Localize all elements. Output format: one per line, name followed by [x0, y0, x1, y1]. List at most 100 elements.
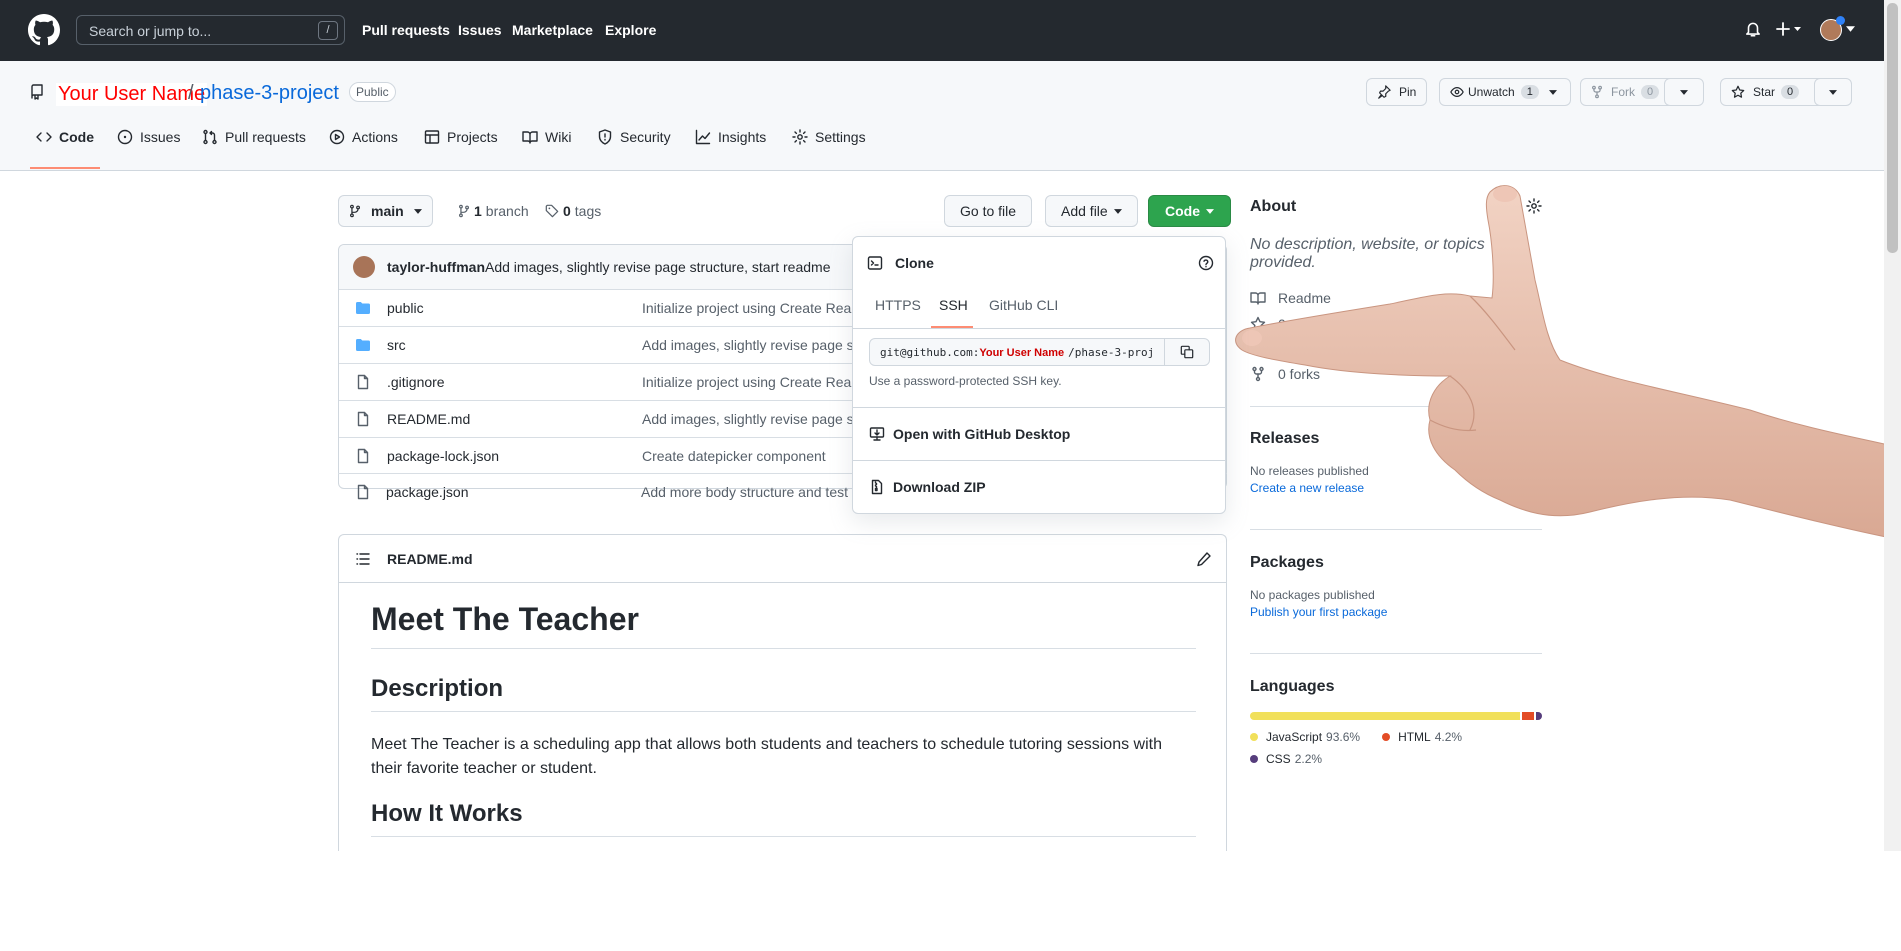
download-zip-button[interactable]: Download ZIP: [853, 461, 1225, 513]
caret-down-icon: [1829, 89, 1837, 95]
nav-issues[interactable]: Issues: [458, 22, 502, 38]
language-bar-css: [1535, 712, 1542, 720]
file-name[interactable]: .gitignore: [387, 374, 445, 390]
plus-icon[interactable]: [1775, 20, 1805, 38]
tags-link[interactable]: 0 tags: [545, 203, 601, 219]
eye-icon: [1450, 87, 1464, 97]
repo-name-link[interactable]: phase-3-project: [200, 82, 339, 105]
packages-section: Packages No packages published Publish y…: [1250, 529, 1542, 619]
packages-none: No packages published: [1250, 588, 1375, 602]
code-button-label: Code: [1165, 203, 1200, 219]
list-icon: [356, 552, 370, 565]
copy-button[interactable]: [1164, 338, 1210, 366]
pull-request-icon: [203, 129, 217, 145]
clone-tab-github-cli[interactable]: GitHub CLI: [989, 297, 1058, 313]
tab-actions[interactable]: Actions: [329, 121, 398, 153]
language-dot-icon: [1250, 733, 1258, 741]
file-name[interactable]: package-lock.json: [387, 448, 499, 464]
publish-package-link[interactable]: Publish your first package: [1250, 605, 1542, 619]
language-css[interactable]: CSS 2.2%: [1250, 752, 1322, 766]
code-button[interactable]: Code: [1148, 195, 1231, 227]
packages-title[interactable]: Packages: [1250, 554, 1542, 572]
tab-wiki[interactable]: Wiki: [522, 121, 571, 153]
clone-url-input[interactable]: git@github.com:Your User Name/phase-3-pr…: [869, 338, 1165, 366]
tab-settings[interactable]: Settings: [792, 121, 866, 153]
star-icon: [1731, 85, 1745, 98]
tab-projects[interactable]: Projects: [424, 121, 498, 153]
slash-shortcut-key: /: [318, 21, 338, 40]
github-logo-icon[interactable]: [28, 14, 60, 46]
active-tab-underline: [30, 167, 100, 169]
file-commit-message[interactable]: Add more body structure and test: [641, 484, 848, 500]
caret-down-icon: [1113, 208, 1122, 214]
readme-filename[interactable]: README.md: [387, 551, 473, 567]
branch-selector[interactable]: main: [338, 195, 433, 227]
tab-insights[interactable]: Insights: [695, 121, 766, 153]
repo-header: Your User Name / phase-3-project Public …: [0, 61, 1884, 171]
scrollbar-thumb[interactable]: [1887, 3, 1898, 253]
go-to-file-button[interactable]: Go to file: [944, 195, 1033, 227]
language-html[interactable]: HTML 4.2%: [1382, 730, 1462, 744]
table-icon: [424, 130, 440, 144]
tab-security[interactable]: Security: [597, 121, 671, 153]
download-zip-label: Download ZIP: [893, 479, 986, 495]
open-desktop-label: Open with GitHub Desktop: [893, 426, 1071, 442]
clone-tab-https[interactable]: HTTPS: [875, 297, 921, 313]
readme-paragraph: Meet The Teacher is a scheduling app tha…: [371, 736, 1162, 777]
file-name[interactable]: README.md: [387, 411, 470, 427]
copy-icon: [1180, 345, 1194, 359]
nav-pull-requests[interactable]: Pull requests: [362, 22, 450, 38]
readme-h2-how: How It Works: [371, 800, 1196, 837]
language-bar-javascript: [1250, 712, 1520, 720]
repo-path-separator: /: [188, 82, 194, 104]
search-input[interactable]: Search or jump to... /: [76, 15, 345, 45]
file-commit-message[interactable]: Add images, slightly revise page st: [642, 411, 858, 427]
tab-pull-requests[interactable]: Pull requests: [202, 121, 306, 153]
book-icon: [522, 131, 538, 144]
tab-insights-label: Insights: [718, 129, 767, 145]
file-name[interactable]: public: [387, 300, 424, 316]
add-file-button[interactable]: Add file: [1045, 195, 1138, 227]
unwatch-count: 1: [1520, 85, 1539, 99]
nav-marketplace[interactable]: Marketplace: [512, 22, 593, 38]
pin-button[interactable]: Pin: [1366, 78, 1428, 106]
branches-link[interactable]: 1 branch: [458, 203, 529, 219]
clone-tabs-divider: [853, 328, 1225, 329]
file-name[interactable]: package.json: [386, 484, 469, 500]
fork-dropdown-button[interactable]: [1664, 78, 1704, 106]
tab-issues-label: Issues: [140, 129, 181, 145]
clone-tab-ssh[interactable]: SSH: [939, 297, 968, 313]
readme-header: README.md: [339, 535, 1226, 583]
caret-down-icon: [1680, 89, 1688, 95]
file-commit-message[interactable]: Create datepicker component: [642, 448, 826, 464]
file-commit-message[interactable]: Add images, slightly revise page st: [642, 337, 858, 353]
nav-explore[interactable]: Explore: [605, 22, 656, 38]
commit-author[interactable]: taylor-huffman: [387, 259, 485, 275]
bell-icon[interactable]: [1744, 20, 1762, 38]
file-commit-message[interactable]: Initialize project using Create Reac: [642, 374, 858, 390]
file-name[interactable]: src: [387, 337, 406, 353]
tab-code-label: Code: [59, 129, 94, 145]
unwatch-button[interactable]: Unwatch 1: [1439, 78, 1571, 106]
repo-owner-link[interactable]: Your User Name: [56, 83, 208, 106]
file-commit-message[interactable]: Initialize project using Create Reac: [642, 300, 858, 316]
file-icon: [357, 411, 369, 427]
play-circle-icon: [329, 129, 345, 145]
tab-security-label: Security: [620, 129, 671, 145]
open-desktop-button[interactable]: Open with GitHub Desktop: [853, 408, 1225, 460]
question-icon[interactable]: [1198, 255, 1214, 271]
desktop-download-icon: [869, 427, 885, 441]
pencil-icon[interactable]: [1196, 551, 1212, 567]
tab-issues[interactable]: Issues: [117, 121, 180, 153]
fork-icon: [1592, 85, 1602, 99]
author-avatar: [353, 256, 375, 278]
language-javascript[interactable]: JavaScript 93.6%: [1250, 730, 1360, 744]
file-icon: [357, 448, 369, 464]
tab-code[interactable]: Code: [36, 121, 94, 153]
star-dropdown-button[interactable]: [1814, 78, 1852, 106]
languages-section: Languages JavaScript 93.6% HTML 4.2% CSS…: [1250, 653, 1542, 766]
visibility-badge: Public: [349, 82, 396, 102]
commit-message[interactable]: Add images, slightly revise page structu…: [485, 259, 831, 275]
repo-icon: [31, 84, 43, 100]
branch-icon: [350, 204, 360, 218]
